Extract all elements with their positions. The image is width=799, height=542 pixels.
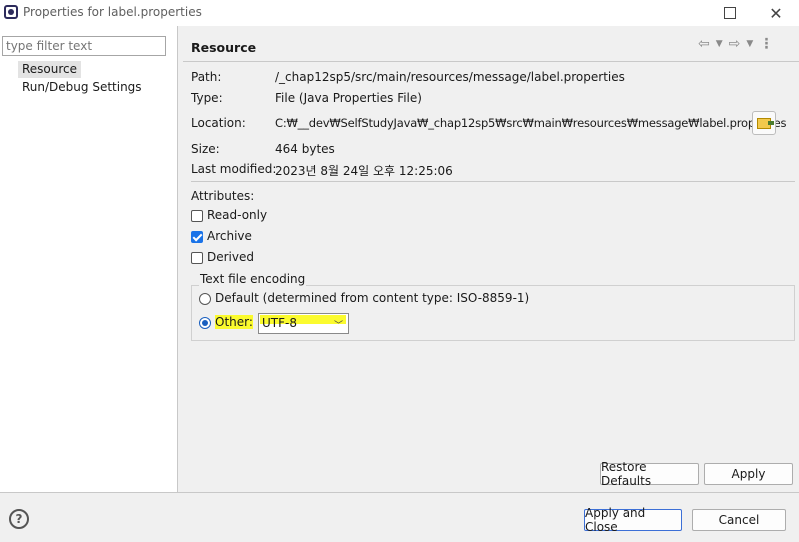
restore-defaults-button[interactable]: Restore Defaults	[600, 460, 699, 488]
close-button[interactable]: ✕	[753, 0, 799, 26]
close-icon: ✕	[769, 3, 783, 23]
path-value: /_chap12sp5/src/main/resources/message/l…	[275, 70, 625, 84]
attributes-title: Attributes:	[191, 189, 255, 203]
eclipse-app-icon	[4, 5, 18, 19]
back-dropdown-icon[interactable]: ▼	[716, 39, 723, 49]
show-in-explorer-button[interactable]	[752, 111, 776, 135]
forward-arrow-icon[interactable]: ⇨	[729, 36, 741, 52]
size-label: Size:	[191, 142, 220, 156]
encoding-select[interactable]: UTF-8 ﹀	[258, 313, 349, 334]
encoding-group-title: Text file encoding	[199, 272, 307, 286]
other-encoding-radio[interactable]	[199, 317, 211, 329]
filter-input[interactable]	[2, 36, 166, 56]
derived-label: Derived	[207, 250, 254, 264]
navigation-panel: Resource Run/Debug Settings	[0, 26, 178, 492]
readonly-checkbox[interactable]	[191, 210, 203, 222]
help-icon[interactable]: ?	[9, 509, 29, 529]
default-encoding-label: Default (determined from content type: I…	[215, 291, 530, 305]
open-folder-icon	[757, 117, 774, 129]
type-label: Type:	[191, 91, 223, 105]
modified-value: 2023년 8월 24일 오후 12:25:06	[275, 164, 453, 178]
location-label: Location:	[191, 116, 246, 130]
page-navigation: ⇦ ▼ ⇨ ▼ ⋮	[698, 36, 773, 52]
tree-item-run-debug[interactable]: Run/Debug Settings	[18, 79, 146, 96]
tree-item-resource[interactable]: Resource	[18, 61, 82, 78]
apply-button[interactable]: Apply	[704, 463, 793, 485]
size-value: 464 bytes	[275, 142, 335, 156]
chevron-down-icon: ﹀	[333, 321, 343, 331]
page-title: Resource	[191, 40, 257, 55]
maximize-icon	[724, 7, 736, 19]
maximize-button[interactable]	[707, 0, 753, 26]
header-divider	[183, 61, 799, 62]
default-encoding-radio[interactable]	[199, 293, 211, 305]
apply-and-close-button[interactable]: Apply and Close	[584, 506, 682, 534]
type-value: File (Java Properties File)	[275, 91, 422, 105]
cancel-button[interactable]: Cancel	[692, 509, 786, 531]
forward-dropdown-icon[interactable]: ▼	[746, 39, 753, 49]
modified-label: Last modified:	[191, 162, 277, 176]
dialog-button-bar: ? Apply and Close Cancel	[0, 492, 799, 542]
encoding-select-value: UTF-8	[262, 316, 297, 330]
archive-checkbox[interactable]	[191, 231, 203, 243]
path-label: Path:	[191, 70, 222, 84]
title-bar: Properties for label.properties ✕	[0, 0, 799, 26]
view-menu-icon[interactable]: ⋮	[759, 36, 773, 52]
back-arrow-icon[interactable]: ⇦	[698, 36, 710, 52]
info-divider	[191, 181, 795, 182]
window-title: Properties for label.properties	[23, 5, 202, 19]
readonly-label: Read-only	[207, 208, 268, 222]
other-encoding-label: Other:	[215, 315, 253, 329]
location-value: C:₩__dev₩SelfStudyJava₩_chap12sp5₩src₩ma…	[275, 116, 787, 130]
properties-page: Resource ⇦ ▼ ⇨ ▼ ⋮ Path: /_chap12sp5/src…	[178, 26, 799, 492]
archive-label: Archive	[207, 229, 252, 243]
derived-checkbox[interactable]	[191, 252, 203, 264]
